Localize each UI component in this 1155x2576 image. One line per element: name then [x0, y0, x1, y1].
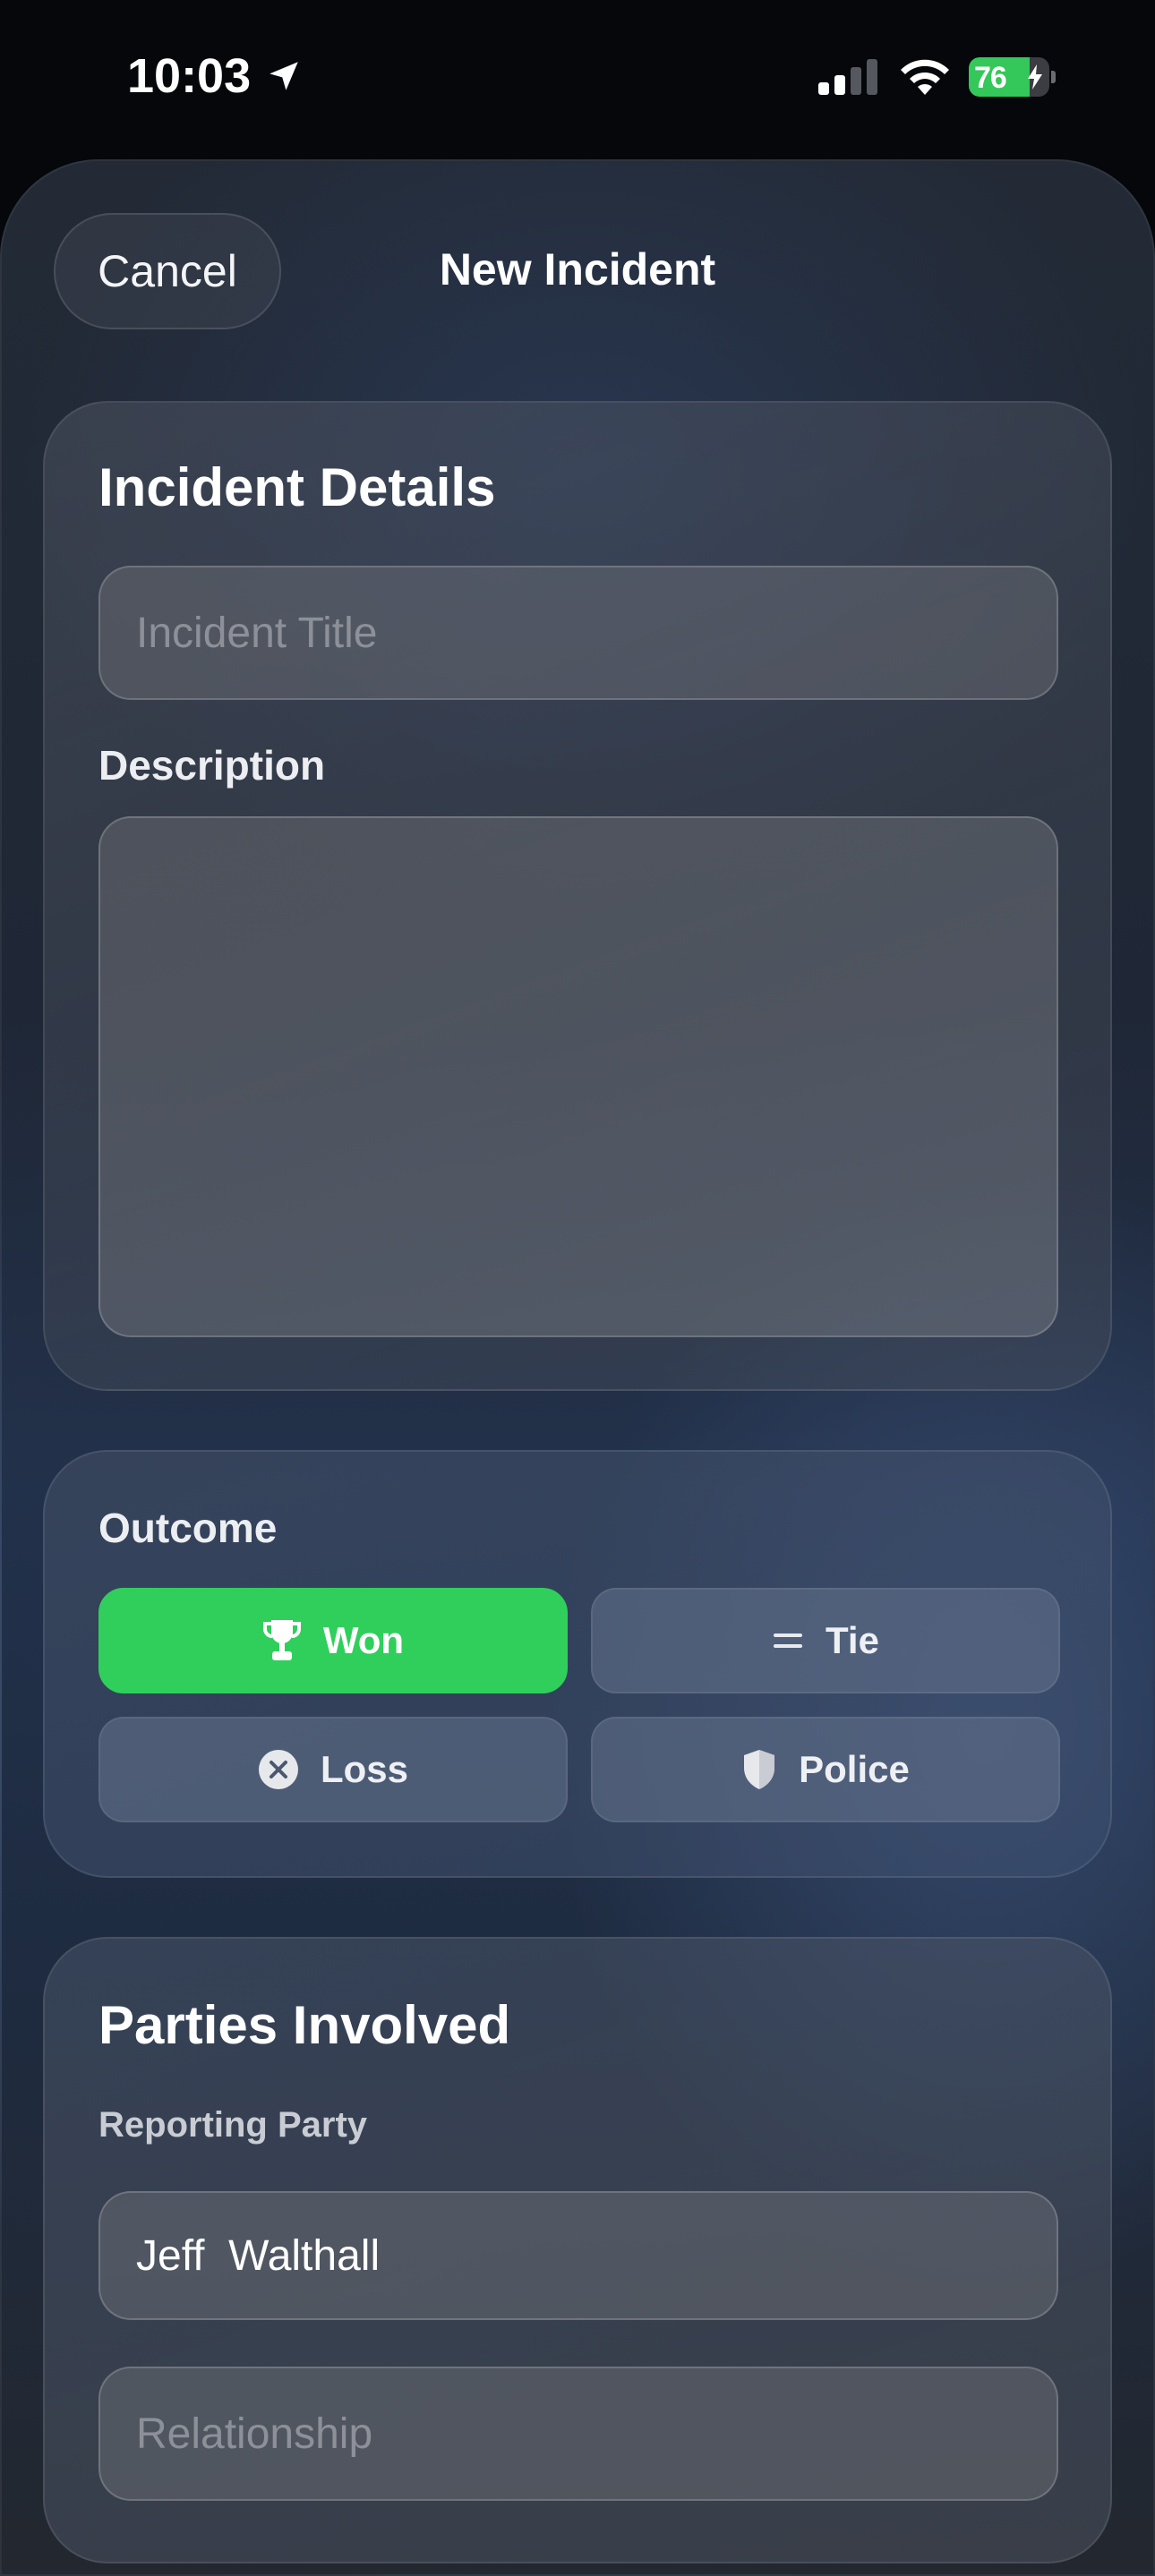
- reporting-party-label: Reporting Party: [98, 2105, 368, 2145]
- incident-details-heading: Incident Details: [98, 457, 496, 517]
- outcome-won-button[interactable]: Won: [98, 1588, 568, 1693]
- description-label: Description: [98, 742, 326, 789]
- battery-indicator: 76: [969, 57, 1056, 97]
- outcome-loss-button[interactable]: Loss: [98, 1717, 568, 1822]
- battery-percent: 76: [974, 61, 1007, 95]
- cellular-signal-icon: [818, 59, 877, 95]
- trophy-icon: [262, 1620, 301, 1660]
- parties-involved-card: Parties Involved Reporting Party: [43, 1937, 1112, 2563]
- incident-title-input[interactable]: [98, 566, 1058, 700]
- status-time: 10:03: [127, 49, 252, 103]
- wifi-icon: [901, 59, 949, 95]
- x-circle-icon: [258, 1750, 298, 1789]
- location-arrow-icon: [270, 62, 298, 90]
- reporting-party-input[interactable]: [98, 2191, 1058, 2320]
- cancel-button[interactable]: Cancel: [54, 213, 281, 329]
- outcome-tie-button[interactable]: Tie: [591, 1588, 1060, 1693]
- parties-involved-heading: Parties Involved: [98, 1995, 511, 2055]
- equals-icon: [774, 1633, 803, 1648]
- outcome-label: Outcome: [98, 1505, 278, 1551]
- outcome-police-label: Police: [799, 1748, 910, 1790]
- shield-icon: [744, 1750, 775, 1789]
- relationship-input[interactable]: [98, 2367, 1058, 2501]
- description-textarea[interactable]: [98, 816, 1058, 1337]
- page-title: New Incident: [439, 244, 716, 294]
- outcome-police-button[interactable]: Police: [591, 1717, 1060, 1822]
- charging-bolt-icon: [1028, 64, 1042, 90]
- status-bar: 10:03 76: [0, 0, 1155, 152]
- incident-details-card: Incident Details Description: [43, 401, 1112, 1391]
- outcome-tie-label: Tie: [826, 1619, 879, 1661]
- outcome-loss-label: Loss: [320, 1748, 409, 1790]
- outcome-won-label: Won: [322, 1619, 405, 1661]
- outcome-card: Outcome Won Tie Loss Police: [43, 1450, 1112, 1878]
